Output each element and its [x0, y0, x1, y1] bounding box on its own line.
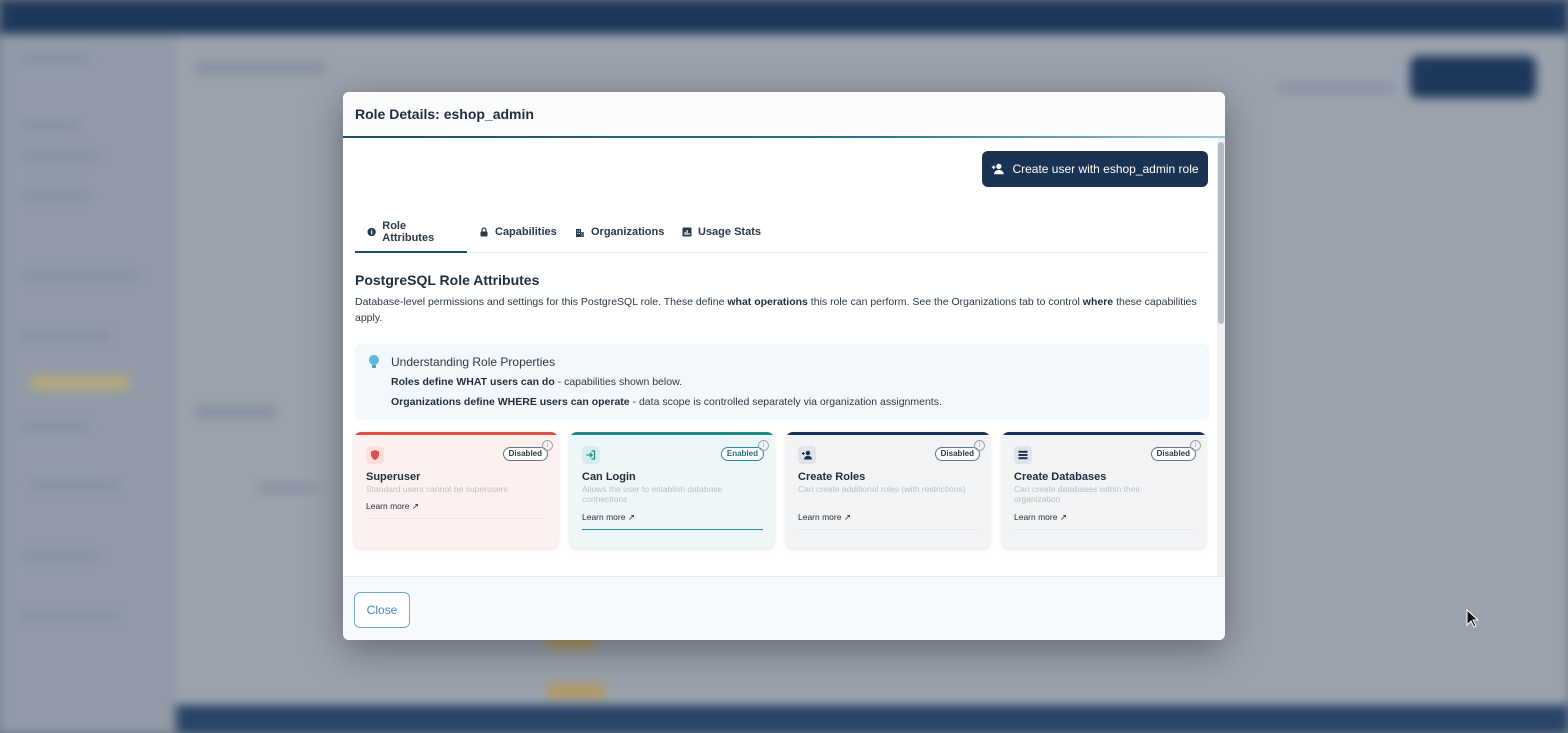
- card-title: Can Login: [582, 471, 636, 483]
- card-description: Standard users cannot be superusers: [366, 484, 508, 494]
- external-link-icon: ↗: [411, 501, 419, 511]
- status-badge: Disabled: [1150, 447, 1196, 461]
- close-button[interactable]: Close: [354, 592, 410, 628]
- learn-more-link[interactable]: Learn more ↗: [582, 512, 635, 523]
- tab-role-attributes[interactable]: Role Attributes: [355, 212, 467, 253]
- status-badge: Disabled: [502, 447, 548, 461]
- info-icon[interactable]: i: [1190, 440, 1201, 451]
- card-accent-bar: [570, 432, 774, 435]
- card-title: Create Databases: [1014, 471, 1107, 483]
- info-icon[interactable]: i: [758, 440, 769, 451]
- database-icon: [1014, 446, 1032, 464]
- tab-capabilities[interactable]: Capabilities: [467, 212, 569, 251]
- card-title: Create Roles: [798, 471, 866, 483]
- create-user-button-label: Create user with eshop_admin role: [1012, 162, 1199, 176]
- external-link-icon: ↗: [843, 512, 851, 522]
- add-user-icon: [798, 446, 816, 464]
- status-badge: Disabled: [934, 447, 980, 461]
- card-divider: [582, 529, 763, 530]
- card-can-login: Enabled i Can Login Allows the user to e…: [570, 432, 774, 548]
- card-description: Can create additional roles (with restri…: [798, 484, 966, 494]
- info-icon[interactable]: i: [974, 440, 985, 451]
- card-divider: [1014, 529, 1195, 530]
- lock-icon: [480, 226, 488, 236]
- info-icon[interactable]: i: [542, 440, 553, 451]
- card-accent-bar: [354, 432, 558, 435]
- card-title: Superuser: [366, 471, 421, 483]
- modal-title: Role Details: eshop_admin: [355, 106, 534, 122]
- add-user-icon: [992, 163, 1005, 175]
- building-icon: [576, 228, 584, 237]
- role-details-modal: Role Details: eshop_admin Create user wi…: [343, 92, 1225, 640]
- create-user-button[interactable]: Create user with eshop_admin role: [982, 151, 1208, 187]
- scrollbar-thumb[interactable]: [1218, 142, 1224, 324]
- modal-header: Role Details: eshop_admin: [343, 92, 1225, 139]
- modal-footer: Close: [343, 576, 1225, 640]
- info-icon: [367, 227, 376, 236]
- learn-more-link[interactable]: Learn more ↗: [366, 501, 419, 512]
- card-divider: [798, 529, 979, 530]
- external-link-icon: ↗: [1059, 512, 1067, 522]
- role-tabs: Role Attributes Capabilities Organizatio…: [355, 212, 1209, 253]
- card-description: Can create databases within their organi…: [1014, 484, 1141, 504]
- external-link-icon: ↗: [627, 512, 635, 522]
- learn-more-link[interactable]: Learn more ↗: [798, 512, 851, 523]
- learn-more-link[interactable]: Learn more ↗: [1014, 512, 1067, 523]
- card-accent-bar: [786, 432, 990, 435]
- mouse-cursor-icon: [1466, 609, 1480, 628]
- shield-icon: [366, 446, 384, 464]
- card-create-databases: Disabled i Create Databases Can create d…: [1002, 432, 1206, 548]
- card-accent-bar: [1002, 432, 1206, 435]
- status-badge: Enabled: [720, 447, 764, 461]
- card-description: Allows the user to establish database co…: [582, 484, 723, 504]
- info-line-roles: Roles define WHAT users can do - capabil…: [391, 376, 682, 388]
- scrollbar[interactable]: [1217, 138, 1225, 576]
- tab-usage-stats[interactable]: Usage Stats: [670, 212, 773, 251]
- info-line-organizations: Organizations define WHERE users can ope…: [391, 396, 942, 408]
- lightbulb-icon: [369, 355, 379, 368]
- chart-icon: [682, 227, 692, 236]
- info-box: Understanding Role Properties Roles defi…: [355, 344, 1209, 420]
- card-divider: [366, 518, 547, 519]
- section-title: PostgreSQL Role Attributes: [355, 272, 540, 288]
- section-description: Database-level permissions and settings …: [355, 296, 1197, 324]
- login-icon: [582, 446, 600, 464]
- modal-body: Create user with eshop_admin role Role A…: [343, 138, 1225, 576]
- card-create-roles: Disabled i Create Roles Can create addit…: [786, 432, 990, 548]
- tab-organizations[interactable]: Organizations: [563, 212, 676, 251]
- info-title: Understanding Role Properties: [391, 355, 556, 369]
- card-superuser: Disabled i Superuser Standard users cann…: [354, 432, 558, 548]
